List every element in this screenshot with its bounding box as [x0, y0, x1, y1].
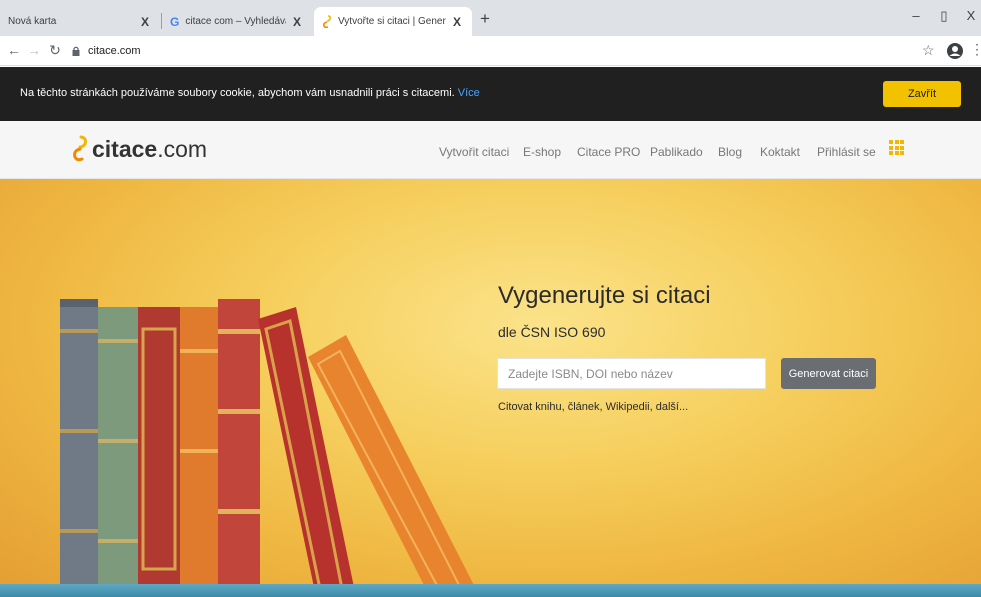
lock-icon — [72, 46, 80, 56]
nav-koktakt[interactable]: Koktakt — [760, 145, 800, 159]
cookie-close-button[interactable]: Zavřít — [883, 81, 961, 107]
profile-avatar-icon[interactable] — [946, 42, 964, 60]
citation-types-hint: Citovat knihu, článek, Wikipedii, další.… — [498, 401, 689, 413]
logo-text-light: .com — [157, 135, 208, 162]
url-text: citace.com — [88, 45, 141, 57]
nav-prihlasit-se[interactable]: Přihlásit se — [817, 145, 876, 159]
new-tab-button[interactable]: + — [476, 10, 494, 28]
hero-subtitle: dle ČSN ISO 690 — [498, 324, 606, 340]
hero-title: Vygenerujte si citaci — [498, 282, 711, 309]
google-g-icon: G — [170, 14, 180, 29]
cookie-text: Na těchto stránkách používáme soubory co… — [20, 87, 455, 99]
shelf-surface — [0, 584, 981, 597]
citace-logo-icon — [323, 14, 332, 28]
tab-close-icon[interactable]: X — [450, 15, 464, 29]
generate-citation-button[interactable]: Generovat citaci — [781, 358, 876, 389]
hero-section: Vygenerujte si citaci dle ČSN ISO 690 Ge… — [0, 179, 981, 597]
tab-title: Vytvořte si citaci | Generátor Cita — [338, 16, 446, 27]
back-arrow-icon[interactable]: ← — [6, 42, 22, 58]
tab-google-search[interactable]: G citace com – Vyhledávání Google X — [162, 7, 312, 36]
tab-title: citace com – Vyhledávání Google — [185, 16, 286, 27]
tab-close-icon[interactable]: X — [138, 15, 152, 29]
cookie-message: Na těchto stránkách používáme soubory co… — [20, 87, 480, 99]
citace-logo[interactable]: citace .com — [72, 135, 207, 163]
browser-menu-icon[interactable]: ⋮ — [970, 41, 981, 58]
window-close-button[interactable]: X — [961, 8, 981, 23]
logo-text-bold: citace — [92, 135, 158, 162]
tab-new-tab[interactable]: Nová karta X — [0, 7, 160, 36]
browser-toolbar: ← → ↻ citace.com ☆ ⋮ — [0, 36, 981, 66]
nav-pablikado[interactable]: Pablikado — [650, 145, 703, 159]
reload-icon[interactable]: ↻ — [47, 42, 63, 59]
tab-citace-active[interactable]: Vytvořte si citaci | Generátor Cita X — [314, 7, 472, 36]
books-illustration — [60, 299, 480, 597]
forward-arrow-icon[interactable]: → — [26, 42, 42, 58]
cookie-more-link[interactable]: Více — [458, 87, 480, 99]
tab-close-icon[interactable]: X — [290, 15, 304, 29]
cookie-bar: Na těchto stránkách používáme soubory co… — [0, 67, 981, 121]
bookmark-star-icon[interactable]: ☆ — [922, 42, 935, 59]
nav-vytvorit-citaci[interactable]: Vytvořit citaci — [439, 145, 509, 159]
nav-blog[interactable]: Blog — [718, 145, 742, 159]
browser-tab-strip: Nová karta X G citace com – Vyhledávání … — [0, 0, 981, 36]
nav-citace-pro[interactable]: Citace PRO — [577, 145, 640, 159]
citation-search-input[interactable] — [497, 358, 766, 389]
minimize-button[interactable]: – — [906, 8, 926, 23]
address-bar[interactable]: citace.com — [66, 39, 916, 63]
apps-grid-icon[interactable] — [889, 140, 904, 155]
site-header: citace .com Vytvořit citaci E-shop Citace… — [0, 121, 981, 179]
tab-title: Nová karta — [8, 16, 57, 27]
maximize-button[interactable]: ▯ — [934, 8, 954, 24]
citace-logo-mark-icon — [73, 135, 87, 162]
nav-e-shop[interactable]: E-shop — [523, 145, 561, 159]
